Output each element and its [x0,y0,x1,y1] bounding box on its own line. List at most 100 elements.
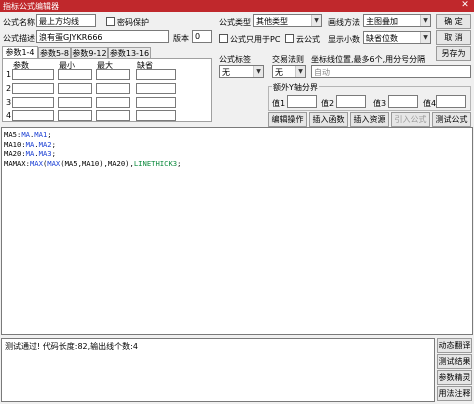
formula-type-value: 其他类型 [256,17,288,26]
decimals-label: 显示小数 [328,35,360,44]
test-formula-button[interactable]: 测试公式 [432,112,471,127]
usage-note-button[interactable]: 用法注释 [437,386,472,401]
formula-editor-window: 指标公式编辑器 ✕ 公式名称 最上方均线 密码保护 公式类型 其他类型 ▼ 画线… [0,0,474,404]
code-token: MA10: [4,139,26,149]
formula-desc-label: 公式描述 [3,34,35,43]
param-default-cell[interactable] [136,83,176,94]
param-min-cell[interactable] [58,83,92,94]
param-min-cell[interactable] [58,110,92,121]
formula-tag-select[interactable]: 无 ▼ [219,65,264,78]
value3-label: 值3 [373,99,387,108]
save-as-button[interactable]: 另存为 [436,46,471,61]
code-editor[interactable]: MA5:MA.MA1; MA10:MA.MA2; MA20:MA.MA3; MAMAX… [1,127,473,335]
param-default-cell[interactable] [136,110,176,121]
code-line: MA20:MA.MA3; [4,149,470,159]
param-row-number: 3 [6,98,12,107]
param-wizard-button[interactable]: 参数精灵 [437,370,472,385]
value1-label: 值1 [272,99,286,108]
pc-only-label: 公式只用于PC [230,35,281,44]
title-bar: 指标公式编辑器 ✕ [0,0,474,12]
version-input[interactable]: 0 [192,30,212,43]
code-token: ; [51,139,56,149]
code-token: (MA5,MA10),MA20), [60,158,134,168]
decimals-value: 缺省位数 [366,34,398,43]
cancel-button[interactable]: 取 消 [436,30,471,45]
trade-rule-label: 交易法则 [272,55,304,64]
import-formula-button[interactable]: 引入公式 [391,112,430,127]
code-line: MA10:MA.MA2; [4,140,470,150]
param-name-cell[interactable] [12,83,54,94]
cloud-formula-label: 云公式 [296,35,320,44]
code-token: MA [25,139,35,149]
window-title: 指标公式编辑器 [3,2,59,11]
password-checkbox[interactable] [106,17,115,26]
code-line: MA5:MA.MA1; [4,130,470,140]
dynamic-translate-button[interactable]: 动态翻译 [437,338,472,353]
trade-rule-value: 无 [275,68,283,77]
pc-only-checkbox[interactable] [219,34,228,43]
value4-label: 值4 [423,99,437,108]
formula-type-select[interactable]: 其他类型 ▼ [253,14,322,27]
formula-tag-value: 无 [222,68,230,77]
insert-function-button[interactable]: 插入函数 [309,112,348,127]
param-max-cell[interactable] [96,69,130,80]
param-default-cell[interactable] [136,69,176,80]
formula-tag-label: 公式标签 [219,55,251,64]
output-panel: 测试通过! 代码长度:82,输出线个数:4 [1,338,435,402]
coord-line-input[interactable]: 自动 [311,65,471,78]
value2-input[interactable] [336,95,366,108]
value4-input[interactable] [436,95,466,108]
cloud-formula-checkbox[interactable] [285,34,294,43]
code-token: MA20: [4,149,26,158]
formula-desc-input[interactable]: 浪有蛋GJYKR666 [36,30,169,43]
param-row-number: 1 [6,70,12,79]
trade-rule-select[interactable]: 无 ▼ [272,65,306,78]
insert-resource-button[interactable]: 插入资源 [350,112,389,127]
code-token: ; [47,130,52,139]
test-result-button[interactable]: 测试结果 [437,354,472,369]
param-max-cell[interactable] [96,83,130,94]
code-token: MA2 [38,139,52,149]
formula-name-label: 公式名称 [3,18,35,27]
chevron-down-icon: ▼ [420,15,430,26]
code-token: MA3 [38,149,52,158]
value1-input[interactable] [287,95,317,108]
value3-input[interactable] [388,95,418,108]
edit-operation-button[interactable]: 编辑操作 [268,112,307,127]
draw-method-label: 画线方法 [328,18,360,27]
password-label: 密码保护 [117,18,149,27]
ok-button[interactable]: 确 定 [436,14,471,29]
code-token: MA5: [4,130,22,139]
param-name-cell[interactable] [12,110,54,121]
param-max-cell[interactable] [96,97,130,108]
param-row-number: 4 [6,111,12,120]
param-row-number: 2 [6,84,12,93]
code-token: MA [25,149,35,158]
param-name-cell[interactable] [12,69,54,80]
code-token: ; [177,158,182,168]
code-token: ; [51,149,56,158]
param-min-cell[interactable] [58,97,92,108]
formula-name-input[interactable]: 最上方均线 [36,14,96,27]
version-label: 版本 [173,34,189,43]
output-message: 测试通过! 代码长度:82,输出线个数:4 [5,342,138,351]
code-token: MAMAX: [4,158,30,168]
code-token: MAX [47,158,61,168]
param-name-cell[interactable] [12,97,54,108]
chevron-down-icon: ▼ [311,15,321,26]
coord-line-label: 坐标线位置,最多6个,用分号分隔 [311,55,426,64]
value2-label: 值2 [321,99,335,108]
decimals-select[interactable]: 缺省位数 ▼ [363,31,431,44]
param-max-cell[interactable] [96,110,130,121]
chevron-down-icon: ▼ [295,66,305,77]
param-default-cell[interactable] [136,97,176,108]
close-icon[interactable]: ✕ [458,0,472,11]
extra-y-axis-label: 额外Y轴分界 [272,82,319,93]
chevron-down-icon: ▼ [420,32,430,43]
code-token: MA [21,130,30,139]
param-min-cell[interactable] [58,69,92,80]
formula-type-label: 公式类型 [219,18,251,27]
draw-method-select[interactable]: 主图叠加 ▼ [363,14,431,27]
code-token: MAX [29,158,43,168]
chevron-down-icon: ▼ [253,66,263,77]
